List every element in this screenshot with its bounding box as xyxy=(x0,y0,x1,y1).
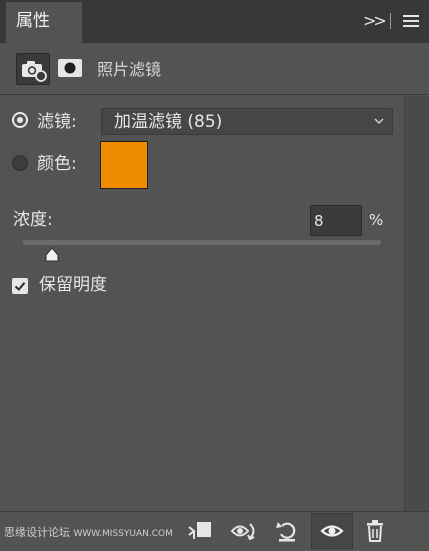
watermark-url: WWW.MISSYUAN.COM xyxy=(73,529,173,539)
reset-icon[interactable] xyxy=(273,518,301,544)
clip-to-layer-icon[interactable] xyxy=(186,518,214,544)
density-slider-track[interactable] xyxy=(23,240,381,245)
color-swatch[interactable] xyxy=(100,141,148,189)
header-divider xyxy=(390,13,391,29)
color-label: 颜色: xyxy=(37,154,77,174)
adjustment-title: 照片滤镜 xyxy=(97,60,162,79)
density-slider-thumb[interactable] xyxy=(43,247,61,263)
filter-label: 滤镜: xyxy=(37,112,77,132)
scrollbar[interactable] xyxy=(404,96,429,511)
tab-properties-label: 属性 xyxy=(16,11,50,31)
color-radio[interactable] xyxy=(12,155,28,171)
camera-icon[interactable] xyxy=(16,53,50,85)
filter-select-value: 加温滤镜 (85) xyxy=(114,112,223,132)
panel-menu-icon[interactable] xyxy=(403,15,419,27)
preserve-luminosity-checkbox[interactable] xyxy=(12,278,28,294)
collapse-panel-button[interactable]: >> xyxy=(363,12,387,30)
trash-icon[interactable] xyxy=(361,518,389,544)
watermark-text: 思缘设计论坛 xyxy=(4,526,70,539)
mask-icon[interactable] xyxy=(57,56,83,80)
density-unit: % xyxy=(369,211,384,229)
view-previous-state-icon[interactable] xyxy=(230,518,258,544)
density-input[interactable]: 8 xyxy=(310,205,362,236)
density-label: 浓度: xyxy=(13,210,53,230)
eye-icon[interactable] xyxy=(318,518,346,544)
watermark: 思缘设计论坛 WWW.MISSYUAN.COM xyxy=(4,526,173,541)
chevron-down-icon xyxy=(372,113,386,127)
filter-radio[interactable] xyxy=(12,112,28,128)
preserve-luminosity-label: 保留明度 xyxy=(39,275,107,295)
